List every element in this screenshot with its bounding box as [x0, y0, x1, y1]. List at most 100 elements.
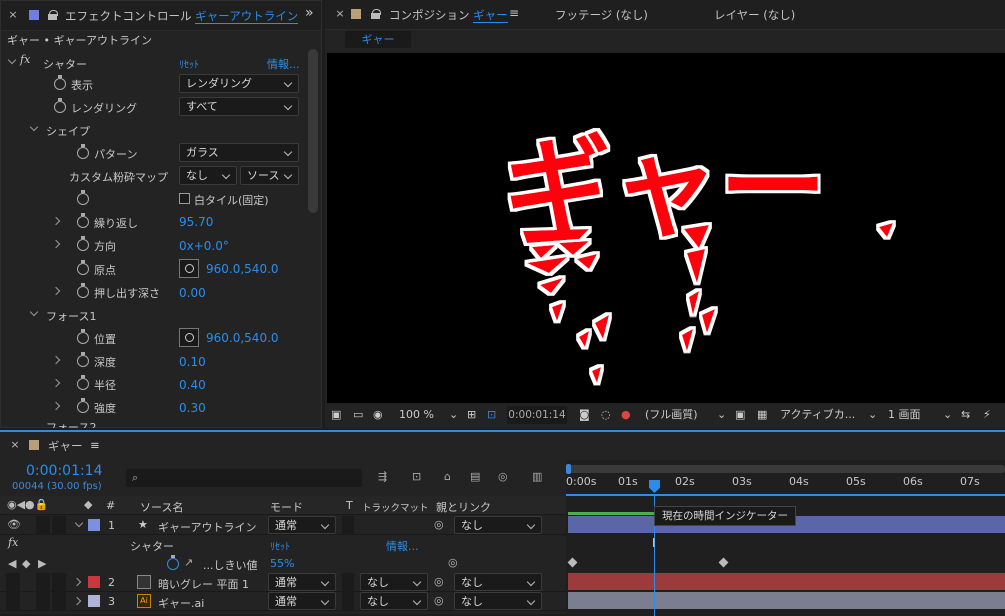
work-area-bar[interactable] — [566, 465, 1005, 473]
chevron-right-icon[interactable] — [51, 401, 61, 411]
solo-toggle[interactable] — [36, 573, 50, 591]
origin-value[interactable]: 960.0,540.0 — [206, 262, 279, 276]
comp-breadcrumb-chip[interactable]: ギャー — [345, 31, 411, 48]
extrude-value[interactable]: 0.00 — [179, 286, 206, 300]
property-value[interactable]: 55% — [270, 557, 294, 570]
stopwatch-icon[interactable] — [77, 283, 89, 298]
visibility-toggle[interactable] — [6, 573, 20, 591]
chevron-right-icon[interactable] — [51, 286, 61, 296]
chevron-down-icon[interactable]: ⌄ — [868, 406, 877, 424]
exposure-icon[interactable]: ⚡ — [983, 406, 991, 424]
layer-bar-2[interactable] — [568, 573, 1005, 590]
layer-color-label[interactable] — [88, 519, 100, 531]
shy-icon[interactable]: ⌂ — [444, 470, 451, 483]
group-force2[interactable]: フォース2 — [1, 418, 306, 428]
blend-mode-select[interactable]: 通常 — [268, 573, 336, 591]
chevron-down-icon[interactable] — [74, 518, 84, 528]
custom-map-source-select[interactable]: ソース — [240, 166, 299, 185]
label-icon[interactable]: ◆ — [84, 498, 92, 511]
fast-preview-icon[interactable]: ▣ — [735, 406, 745, 424]
chevron-right-icon[interactable] — [51, 378, 61, 388]
blend-mode-select[interactable]: 通常 — [268, 516, 336, 534]
stopwatch-icon[interactable] — [77, 213, 89, 228]
chevron-down-icon[interactable]: ⌄ — [943, 406, 952, 424]
info-link[interactable]: 情報... — [386, 538, 419, 554]
footage-tab[interactable]: フッテージ (なし) — [555, 7, 648, 23]
eye-icon[interactable]: 👁 — [7, 518, 21, 531]
direction-value[interactable]: 0x+0.0° — [179, 239, 229, 253]
keyframe-icon[interactable] — [567, 557, 578, 568]
stopwatch-icon[interactable] — [77, 398, 89, 413]
position-value[interactable]: 960.0,540.0 — [206, 331, 279, 345]
expression-icon[interactable]: ◎ — [448, 556, 458, 569]
layer-name[interactable]: ギャー.ai — [158, 595, 204, 611]
checkerboard-icon[interactable]: ▦ — [757, 406, 767, 424]
view-select[interactable]: レンダリング — [179, 74, 299, 93]
layer-row[interactable]: 3 Ai ギャー.ai 通常 なし ◎ なし — [0, 592, 566, 611]
layer-tab[interactable]: レイヤー (なし) — [714, 7, 795, 23]
keyframe-add-icon[interactable]: ◆ — [22, 557, 30, 570]
custom-map-layer-select[interactable]: なし — [179, 166, 237, 185]
reset-exposure-icon[interactable]: ⇆ — [961, 406, 970, 424]
chevron-down-icon[interactable] — [29, 307, 39, 317]
comp-flowchart-icon[interactable]: ⇶ — [378, 470, 387, 483]
group-force1[interactable]: フォース1 — [1, 303, 306, 326]
scrollbar[interactable] — [308, 49, 318, 213]
chevron-down-icon[interactable]: ⌄ — [449, 406, 458, 424]
fx-icon[interactable]: fx — [8, 536, 18, 549]
keyframe-icon[interactable] — [718, 557, 729, 568]
motion-blur-icon[interactable]: ◎ — [498, 470, 508, 483]
info-link[interactable]: 情報... — [267, 56, 300, 72]
reset-link[interactable]: ﾘｾｯﾄ — [270, 538, 290, 553]
chevron-right-icon[interactable] — [51, 216, 61, 226]
blend-mode-select[interactable]: 通常 — [268, 592, 336, 610]
lock-toggle[interactable] — [52, 592, 66, 610]
fx-icon[interactable]: fx — [20, 53, 30, 66]
composition-viewer[interactable]: ギャー — [327, 53, 1005, 403]
column-header[interactable]: ソース名 — [140, 499, 183, 515]
stopwatch-icon[interactable] — [77, 375, 89, 390]
chevron-right-icon[interactable] — [51, 239, 61, 249]
stopwatch-icon[interactable] — [54, 75, 66, 90]
visibility-toggle[interactable] — [6, 592, 20, 610]
effect-controls-tab[interactable]: エフェクトコントロール ギャーアウトライン — [65, 8, 299, 24]
layer-name[interactable]: ギャーアウトライン — [158, 519, 257, 535]
layer-row[interactable]: 2 暗いグレー 平面 1 通常 なし ◎ なし — [0, 573, 566, 592]
layer-color-label[interactable] — [88, 595, 100, 607]
layer-search-input[interactable]: ⌕ — [126, 469, 362, 487]
stopwatch-icon[interactable] — [77, 236, 89, 251]
preserve-transparency-checkbox[interactable] — [342, 573, 354, 591]
transparency-grid-icon[interactable]: ⊡ — [487, 406, 496, 424]
timeline-track-area[interactable]: 0:00s 01s 02s 03s 04s 05s 06s 07s I 現在の時… — [566, 460, 1005, 616]
layer-color-label[interactable] — [88, 576, 100, 588]
render-select[interactable]: すべて — [179, 97, 299, 116]
radius-value[interactable]: 0.40 — [179, 378, 206, 392]
depth-value[interactable]: 0.10 — [179, 355, 206, 369]
chevron-right-icon[interactable] — [51, 355, 61, 365]
stopwatch-icon[interactable] — [77, 329, 89, 344]
chevron-right-icon[interactable] — [72, 596, 82, 606]
layer-row[interactable]: 👁 1 ★ ギャーアウトライン 通常 ◎ なし — [0, 516, 566, 535]
stopwatch-icon[interactable] — [77, 352, 89, 367]
stopwatch-icon[interactable] — [77, 190, 89, 205]
keyframe-prev-icon[interactable]: ◀ — [8, 557, 16, 570]
strength-value[interactable]: 0.30 — [179, 401, 206, 415]
pickwhip-icon[interactable]: ◎ — [434, 518, 444, 531]
close-icon[interactable]: × — [7, 9, 19, 21]
timeline-tab[interactable]: ギャー — [48, 438, 83, 454]
group-shape[interactable]: シェイプ — [1, 118, 306, 141]
monitor-icon[interactable]: ▭ — [353, 406, 363, 424]
chevron-right-icon[interactable] — [72, 577, 82, 587]
graph-icon[interactable]: ↗ — [184, 556, 193, 569]
menu-icon[interactable]: ≡ — [509, 6, 519, 20]
stopwatch-icon[interactable] — [167, 555, 179, 570]
region-icon[interactable]: ⊞ — [467, 406, 476, 424]
preserve-transparency-checkbox[interactable] — [342, 592, 354, 610]
reset-link[interactable]: ﾘｾｯﾄ — [179, 56, 199, 71]
current-timecode[interactable]: 0:00:01:14 — [26, 463, 103, 479]
close-icon[interactable]: × — [9, 439, 21, 451]
show-snapshot-icon[interactable]: ◌ — [601, 406, 611, 424]
chevron-down-icon[interactable]: ⌄ — [717, 406, 726, 424]
panel-overflow-icon[interactable]: » — [305, 5, 314, 21]
stopwatch-icon[interactable] — [77, 260, 89, 275]
